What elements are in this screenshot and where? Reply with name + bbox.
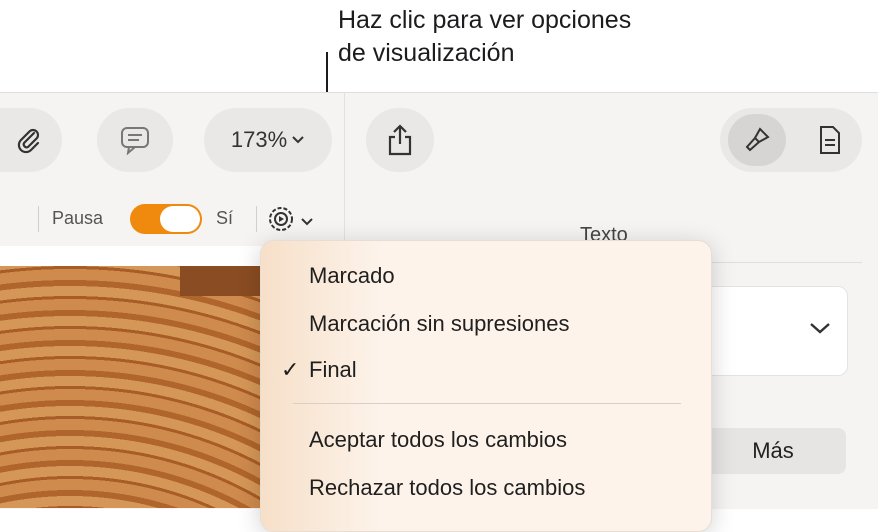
comment-button[interactable] [97,108,173,172]
pause-label: Pausa [52,208,104,228]
gear-icon [266,204,296,239]
zoom-value: 173% [230,127,288,152]
callout-text: Haz clic para ver opciones de visualizac… [338,4,631,70]
share-icon [385,123,415,157]
document-icon [817,125,843,155]
more-button[interactable]: Más [700,428,846,474]
paragraph-style-select[interactable] [700,286,848,376]
share-button[interactable] [366,108,434,172]
track-changes-bar: Pausa Sí [0,194,344,244]
menu-item-rechazar-todos[interactable]: Rechazar todos los cambios [309,475,585,501]
callout-line-1: Haz clic para ver opciones [338,6,632,34]
format-button[interactable] [728,114,786,166]
format-brush-icon [742,125,772,155]
tracking-toggle[interactable] [130,204,202,234]
separator [256,206,257,232]
separator [38,206,39,232]
sidebar-divider-line [700,262,862,263]
attachment-button[interactable] [0,108,62,172]
menu-separator [293,403,681,404]
callout-line-2: de visualización [338,39,515,67]
zoom-popup-button[interactable]: 173% [204,108,332,172]
attachment-icon [14,125,44,155]
menu-item-marcado[interactable]: Marcado [309,263,395,289]
view-options-menu: Marcado Marcación sin supresiones ✓ Fina… [260,240,712,532]
document-button[interactable] [804,114,856,166]
menu-item-final[interactable]: Final [309,357,357,383]
comment-icon [119,125,151,155]
chevron-down-icon [300,214,314,232]
chevron-down-icon [291,135,305,145]
chevron-down-icon [809,321,831,340]
toggle-knob [160,206,200,232]
toggle-on-label: Sí [216,208,234,228]
menu-item-aceptar-todos[interactable]: Aceptar todos los cambios [309,427,567,453]
inspector-toggle-group [720,108,862,172]
menu-item-marcacion-sin-supresiones[interactable]: Marcación sin supresiones [309,311,569,337]
view-options-button[interactable] [266,204,320,234]
checkmark-icon: ✓ [281,357,300,382]
